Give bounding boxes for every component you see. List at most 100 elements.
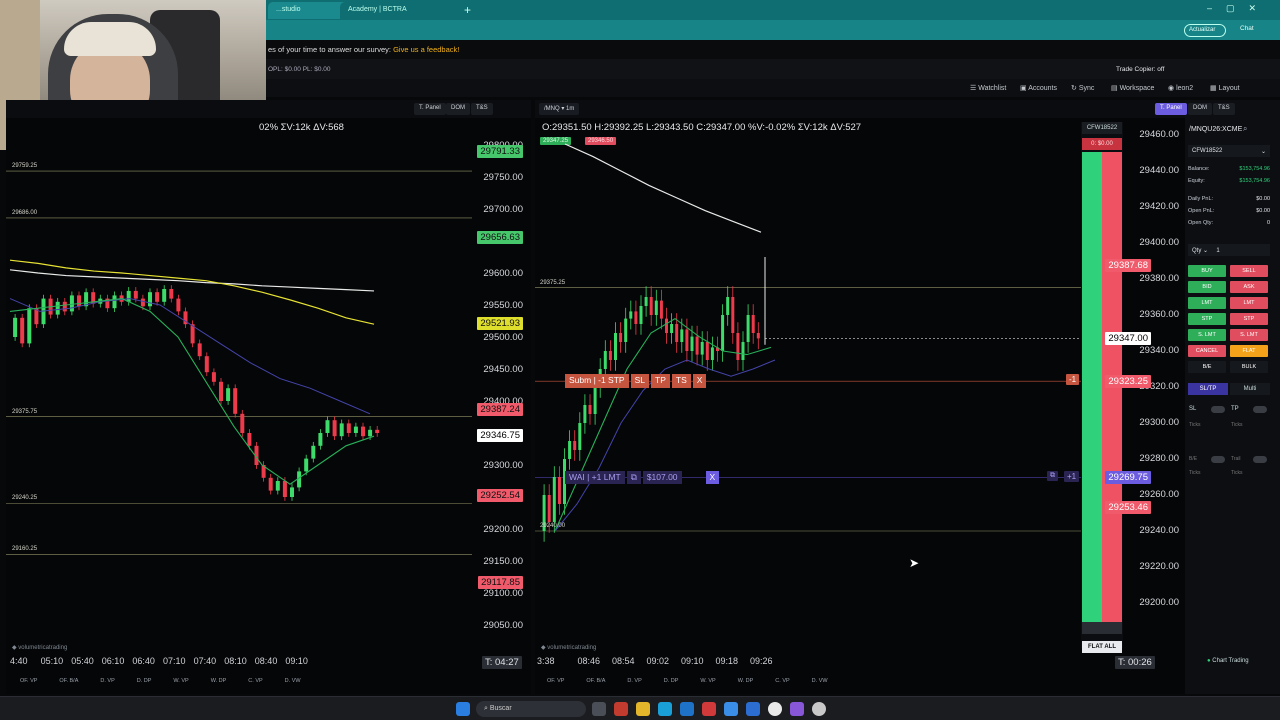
dom-bid-column[interactable] — [1082, 152, 1102, 622]
order-button-right[interactable]: SELL — [1230, 265, 1268, 277]
window-controls[interactable]: –▢✕ — [1207, 3, 1270, 14]
workspace-button[interactable]: ▤ Workspace — [1111, 84, 1154, 92]
store-icon[interactable] — [680, 702, 694, 716]
new-tab-button[interactable]: + — [464, 3, 471, 17]
ts-button[interactable]: T&S — [1213, 103, 1235, 115]
tab-d-vp[interactable]: D. VP — [100, 678, 114, 684]
sl-toggle[interactable] — [1211, 406, 1225, 413]
order-button-right[interactable]: LMT — [1230, 297, 1268, 309]
trade-copier-status[interactable]: Trade Copier: off — [1116, 66, 1164, 73]
candle-body — [219, 381, 223, 401]
chrome-icon[interactable] — [768, 702, 782, 716]
trade-panel-button[interactable]: T. Panel — [414, 103, 446, 115]
order-qty[interactable]: -1 — [1066, 374, 1080, 385]
be-toggle[interactable] — [1211, 456, 1225, 463]
order-button-left[interactable]: STP — [1188, 313, 1226, 325]
close-order-icon[interactable]: X — [692, 374, 707, 388]
order-button-left[interactable]: BID — [1188, 281, 1226, 293]
tab-c-vp[interactable]: C. VP — [775, 678, 789, 684]
flat-all-button[interactable]: FLAT ALL — [1082, 641, 1122, 653]
order-button-right[interactable]: ASK — [1230, 281, 1268, 293]
discord-icon[interactable] — [790, 702, 804, 716]
stop-order-bar[interactable]: Subm | -1 STP SL TP TS X — [565, 374, 707, 388]
tab-d-dp[interactable]: D. DP — [664, 678, 679, 684]
accounts-button[interactable]: ▣ Accounts — [1020, 84, 1057, 92]
tab-of-ba[interactable]: OF. B/A — [59, 678, 78, 684]
tab-multi[interactable]: Multi — [1230, 383, 1270, 395]
order-button-right[interactable]: S. LMT — [1230, 329, 1268, 341]
order-button-left[interactable]: LMT — [1188, 297, 1226, 309]
tab-w-dp[interactable]: W. DP — [211, 678, 227, 684]
feedback-link[interactable]: Give us a feedback! — [393, 45, 459, 54]
left-candlestick-chart[interactable] — [6, 130, 472, 650]
limit-link-icon[interactable]: ⧉ — [1047, 471, 1058, 481]
layout-button[interactable]: ▦ Layout — [1210, 84, 1240, 92]
order-button-right[interactable]: FLAT — [1230, 345, 1268, 357]
sync-button[interactable]: ↻ Sync — [1071, 84, 1094, 92]
order-button-right[interactable]: BULK — [1230, 361, 1268, 373]
left-chart-panel[interactable]: T. Panel DOM T&S 02% ΣV:12k ΔV:568 T: 04… — [6, 100, 531, 694]
dom-button[interactable]: DOM — [446, 103, 470, 115]
mail-icon[interactable] — [746, 702, 760, 716]
price-label: 29400.00 — [1139, 237, 1179, 248]
summary-value: 0 — [1266, 220, 1270, 226]
tab-sltp[interactable]: SL/TP — [1188, 383, 1228, 395]
windows-start-icon[interactable] — [456, 702, 470, 716]
search-icon[interactable]: ⌕ — [1243, 124, 1247, 134]
tab-c-vp[interactable]: C. VP — [248, 678, 262, 684]
app-icon[interactable] — [614, 702, 628, 716]
order-button-right[interactable]: STP — [1230, 313, 1268, 325]
chat-button[interactable]: Chat — [1240, 25, 1254, 32]
trade-panel-button[interactable]: T. Panel — [1155, 103, 1187, 115]
ts-button[interactable]: T&S — [471, 103, 493, 115]
symbol-chip[interactable]: /MNQ ▾ 1m — [539, 103, 580, 115]
order-button-left[interactable]: S. LMT — [1188, 329, 1226, 341]
right-candlestick-chart[interactable] — [535, 130, 1081, 650]
account-select[interactable]: CFW18522 ⌄ — [1188, 145, 1270, 157]
dom-button[interactable]: DOM — [1188, 103, 1212, 115]
app-icon-2[interactable] — [702, 702, 716, 716]
taskbar-search[interactable]: ⌕ Buscar — [476, 701, 586, 717]
summary-value: $0.00 — [1256, 196, 1270, 202]
app-icon-3[interactable] — [812, 702, 826, 716]
edge-icon[interactable] — [658, 702, 672, 716]
right-chart-panel[interactable]: /MNQ ▾ 1m O:29351.50 H:29392.25 L:29343.… — [535, 100, 1185, 694]
candle-body — [603, 351, 607, 369]
tp-button[interactable]: TP — [651, 374, 670, 388]
tab-of-ba[interactable]: OF. B/A — [586, 678, 605, 684]
task-view-icon[interactable] — [592, 702, 606, 716]
tab-of-vp[interactable]: OF. VP — [20, 678, 37, 684]
tab-w-dp[interactable]: W. DP — [738, 678, 754, 684]
help-icon[interactable] — [724, 702, 738, 716]
close-limit-icon[interactable]: X — [705, 471, 720, 484]
tab-w-vp[interactable]: W. VP — [700, 678, 715, 684]
tab-d-vp[interactable]: D. VP — [627, 678, 641, 684]
order-button-left[interactable]: BUY — [1188, 265, 1226, 277]
sl-button[interactable]: SL — [630, 374, 649, 388]
tab-d-vw[interactable]: D. VW — [812, 678, 828, 684]
watchlist-button[interactable]: ☰ Watchlist — [970, 84, 1006, 92]
update-button[interactable]: Actualizar — [1184, 24, 1226, 37]
tab-d-dp[interactable]: D. DP — [137, 678, 152, 684]
limit-order-bar[interactable]: WAI | +1 LMT ⧉ $107.00 X — [565, 471, 720, 484]
trail-toggle[interactable] — [1253, 456, 1267, 463]
tab-d-vw[interactable]: D. VW — [285, 678, 301, 684]
trade-panel-symbol[interactable]: /MNQU26:XCME — [1189, 126, 1242, 133]
link-icon[interactable]: ⧉ — [626, 471, 641, 484]
price-label: 29550.00 — [483, 300, 523, 311]
order-button-left[interactable]: B/E — [1188, 361, 1226, 373]
qty-select[interactable]: Qty ⌄ 1 — [1188, 244, 1270, 256]
submit-stop-button[interactable]: Subm | -1 STP — [565, 374, 629, 388]
tp-toggle[interactable] — [1253, 406, 1267, 413]
order-button-left[interactable]: CANCEL — [1188, 345, 1226, 357]
candle-body — [126, 290, 131, 302]
ts-button[interactable]: TS — [671, 374, 691, 388]
tab-w-vp[interactable]: W. VP — [173, 678, 188, 684]
tab-of-vp[interactable]: OF. VP — [547, 678, 564, 684]
candle-body — [654, 300, 658, 315]
user-button[interactable]: ◉ leon2 — [1168, 84, 1193, 92]
browser-tab-active[interactable]: Academy | BCTRA — [340, 2, 458, 19]
limit-qty[interactable]: +1 — [1064, 471, 1080, 482]
file-explorer-icon[interactable] — [636, 702, 650, 716]
limit-order-label[interactable]: WAI | +1 LMT — [565, 471, 625, 484]
